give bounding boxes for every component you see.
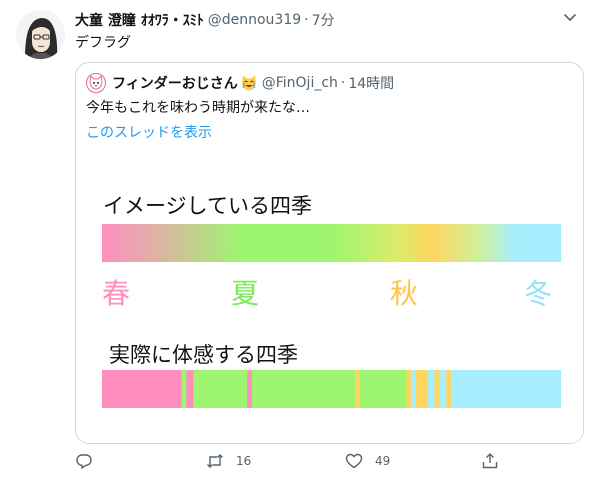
imagined-seasons-title: イメージしている四季: [103, 194, 312, 218]
tweet-header: 大童 澄瞳 ｵｵﾜﾗ・ｽﾐﾄ @dennou319 · 7分: [75, 10, 335, 30]
heart-icon: [345, 453, 363, 469]
real-bar-segment-autumn: [415, 370, 428, 408]
quoted-avatar: [86, 73, 106, 93]
quoted-author-handle: @FinOji_ch: [261, 75, 338, 91]
real-bar-segment-summer: [193, 370, 248, 408]
real-bar-segment-winter: [411, 370, 417, 408]
author-name[interactable]: 大童 澄瞳 ｵｵﾜﾗ・ｽﾐﾄ: [75, 10, 204, 30]
avatar[interactable]: [16, 10, 65, 59]
real-bar-segment-winter: [450, 370, 561, 408]
reply-icon: [76, 454, 92, 469]
like-count: 49: [375, 454, 391, 468]
like-button[interactable]: 49: [345, 452, 390, 470]
separator-dot: ·: [304, 12, 309, 28]
tweet-timestamp[interactable]: 7分: [312, 10, 335, 30]
chevron-down-icon[interactable]: [562, 9, 578, 25]
quoted-timestamp: 14時間: [348, 76, 395, 92]
real-bar-segment-spring: [102, 370, 183, 408]
quoted-author-name: フィンダーおじさん: [112, 76, 238, 92]
real-seasons-title: 実際に体感する四季: [109, 343, 298, 367]
real-bar-segment-winter: [439, 370, 447, 408]
tweet-actions: 16 49: [75, 450, 584, 476]
season-label-winter: 冬: [524, 277, 553, 310]
real-bar-segment-autumn: [354, 370, 360, 408]
quoted-tweet[interactable]: フィンダーおじさん @FinOji_ch · 14時間 今年もこれを味わう時期が…: [75, 62, 584, 444]
show-thread-link[interactable]: このスレッドを表示: [86, 123, 212, 143]
real-seasons-bar: [102, 370, 561, 408]
quoted-tweet-text: 今年もこれを味わう時期が来たな…: [86, 100, 310, 116]
share-icon: [482, 453, 498, 469]
real-bar-segment-autumn: [406, 370, 412, 408]
reply-button[interactable]: [75, 452, 105, 470]
real-bar-segment-summer: [359, 370, 407, 408]
retweet-count: 16: [236, 454, 252, 468]
real-bar-segment-winter: [427, 370, 435, 408]
tweet-text: デフラグ: [75, 35, 131, 51]
quoted-image[interactable]: イメージしている四季 春 夏 秋 冬 実際に体感する四季: [76, 151, 583, 443]
real-bar-segment-summer: [181, 370, 187, 408]
crying-cat-emoji-icon: [241, 75, 256, 91]
quoted-tweet-header: フィンダーおじさん @FinOji_ch · 14時間: [86, 72, 394, 94]
avatar-illustration: [16, 10, 65, 59]
season-label-autumn: 秋: [390, 277, 419, 310]
season-label-spring: 春: [102, 277, 131, 310]
share-button[interactable]: [481, 452, 499, 470]
imagined-seasons-gradient-bar: [102, 224, 561, 262]
real-bar-segment-autumn: [434, 370, 440, 408]
author-handle[interactable]: @dennou319: [208, 12, 301, 28]
real-bar-segment-autumn: [446, 370, 452, 408]
cat-face-icon: [89, 74, 103, 90]
real-bar-segment-summer: [251, 370, 356, 408]
quoted-separator-dot: ·: [340, 75, 346, 91]
retweet-icon: [207, 454, 223, 468]
retweet-button[interactable]: 16: [206, 452, 251, 470]
season-label-summer: 夏: [231, 277, 260, 310]
real-bar-segment-spring: [247, 370, 253, 408]
real-bar-segment-spring: [186, 370, 194, 408]
